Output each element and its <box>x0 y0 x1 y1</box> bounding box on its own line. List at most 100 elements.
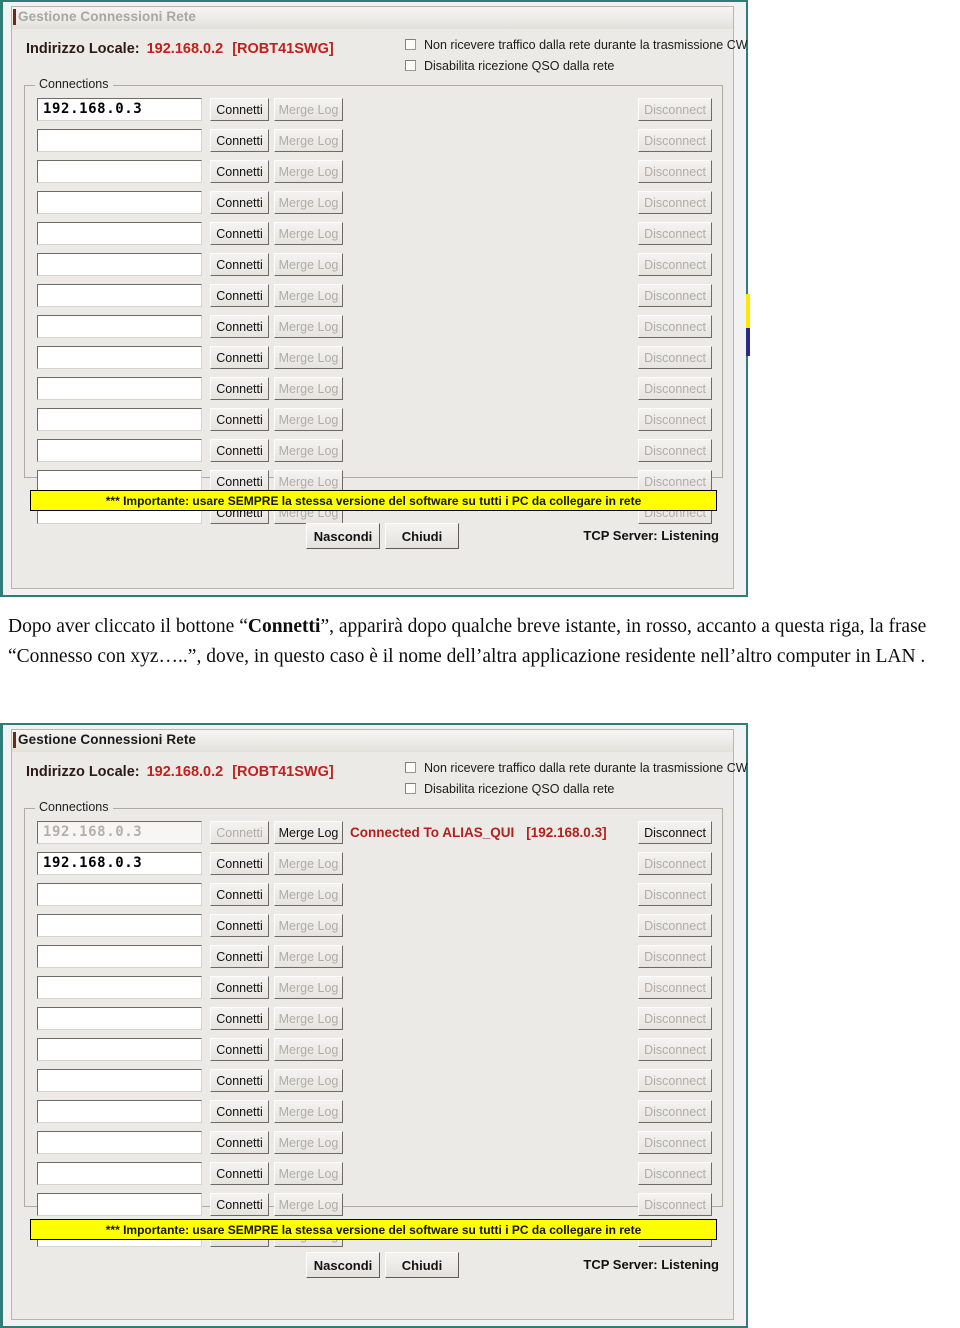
connect-button[interactable]: Connetti <box>210 1131 269 1154</box>
connection-row: ConnettiMerge Log Disconnect <box>25 1036 722 1067</box>
connect-button[interactable]: Connetti <box>210 976 269 999</box>
checkbox-row-no-cw-traffic[interactable]: Non ricevere traffico dalla rete durante… <box>405 34 748 55</box>
merge-log-button: Merge Log <box>274 253 343 276</box>
connect-button[interactable]: Connetti <box>210 1162 269 1185</box>
connection-ip-input[interactable] <box>37 883 202 906</box>
connect-button[interactable]: Connetti <box>210 1069 269 1092</box>
connection-ip-input[interactable] <box>37 1038 202 1061</box>
title-bar-top[interactable]: Gestione Connessioni Rete <box>12 7 733 30</box>
connection-row: ConnettiMerge Log Disconnect <box>25 127 722 158</box>
connection-ip-input[interactable] <box>37 284 202 307</box>
connection-ip-input[interactable] <box>37 1162 202 1185</box>
connection-ip-input[interactable] <box>37 1131 202 1154</box>
connection-ip-input[interactable] <box>37 129 202 152</box>
connect-button[interactable]: Connetti <box>210 408 269 431</box>
connection-ip-input[interactable] <box>37 1007 202 1030</box>
checkbox-icon[interactable] <box>405 60 416 71</box>
disconnect-button: Disconnect <box>638 129 712 152</box>
checkbox-row-disable-qso[interactable]: Disabilita ricezione QSO dalla rete <box>405 778 748 799</box>
disconnect-button: Disconnect <box>638 1131 712 1154</box>
connection-ip-input[interactable] <box>37 253 202 276</box>
close-button[interactable]: Chiudi <box>385 523 459 549</box>
connect-button[interactable]: Connetti <box>210 883 269 906</box>
merge-log-button: Merge Log <box>274 439 343 462</box>
title-bar-bottom[interactable]: Gestione Connessioni Rete <box>12 730 733 753</box>
local-address-line: Indirizzo Locale: 192.168.0.2 [ROBT41SWG] <box>26 41 334 57</box>
connection-ip-input[interactable] <box>37 914 202 937</box>
checkbox-icon[interactable] <box>405 39 416 50</box>
options-checkbox-group-top: Non ricevere traffico dalla rete durante… <box>405 34 748 76</box>
merge-log-button: Merge Log <box>274 1131 343 1154</box>
checkbox-row-disable-qso[interactable]: Disabilita ricezione QSO dalla rete <box>405 55 748 76</box>
checkbox-label: Non ricevere traffico dalla rete durante… <box>424 760 748 775</box>
hide-button[interactable]: Nascondi <box>306 523 380 549</box>
connect-button[interactable]: Connetti <box>210 439 269 462</box>
connect-button[interactable]: Connetti <box>210 346 269 369</box>
connect-button[interactable]: Connetti <box>210 1038 269 1061</box>
tcp-server-status: TCP Server: Listening <box>583 1257 719 1272</box>
disconnect-button: Disconnect <box>638 439 712 462</box>
connection-ip-input[interactable]: 192.168.0.3 <box>37 98 202 121</box>
merge-log-button: Merge Log <box>274 346 343 369</box>
checkbox-icon[interactable] <box>405 783 416 794</box>
window-edge-marker <box>13 732 16 748</box>
connection-ip-input[interactable] <box>37 1193 202 1216</box>
connection-row: ConnettiMerge Log Disconnect <box>25 1098 722 1129</box>
checkbox-icon[interactable] <box>405 762 416 773</box>
close-button[interactable]: Chiudi <box>385 1252 459 1278</box>
connection-ip-input[interactable] <box>37 160 202 183</box>
connection-ip-input[interactable] <box>37 222 202 245</box>
disconnect-button[interactable]: Disconnect <box>638 821 712 844</box>
connect-button[interactable]: Connetti <box>210 222 269 245</box>
connect-button[interactable]: Connetti <box>210 1193 269 1216</box>
checkbox-row-no-cw-traffic[interactable]: Non ricevere traffico dalla rete durante… <box>405 757 748 778</box>
merge-log-button[interactable]: Merge Log <box>274 821 343 844</box>
disconnect-button: Disconnect <box>638 222 712 245</box>
merge-log-button: Merge Log <box>274 191 343 214</box>
connection-row: ConnettiMerge Log Disconnect <box>25 974 722 1005</box>
connection-ip-input[interactable] <box>37 439 202 462</box>
connection-ip-input[interactable] <box>37 1100 202 1123</box>
connect-button[interactable]: Connetti <box>210 1100 269 1123</box>
connect-button[interactable]: Connetti <box>210 129 269 152</box>
connection-ip-input[interactable] <box>37 377 202 400</box>
connection-row: ConnettiMerge Log Disconnect <box>25 1067 722 1098</box>
connection-ip-input[interactable] <box>37 315 202 338</box>
connection-ip-input[interactable] <box>37 191 202 214</box>
connect-button[interactable]: Connetti <box>210 284 269 307</box>
dialog-footer-top: Nascondi Chiudi TCP Server: Listening <box>12 517 733 557</box>
disconnect-button: Disconnect <box>638 315 712 338</box>
connection-row: ConnettiMerge Log Disconnect <box>25 1005 722 1036</box>
merge-log-button: Merge Log <box>274 945 343 968</box>
connection-row: ConnettiMerge Log Disconnect <box>25 313 722 344</box>
connect-button[interactable]: Connetti <box>210 377 269 400</box>
connection-ip-input[interactable] <box>37 408 202 431</box>
connections-row-list-top: 192.168.0.3 Connetti Merge Log Disconnect Co… <box>25 96 722 530</box>
merge-log-button: Merge Log <box>274 976 343 999</box>
warning-banner-top: *** Importante: usare SEMPRE la stessa v… <box>30 490 717 511</box>
local-address-host: [ROBT41SWG] <box>232 41 334 57</box>
hide-button[interactable]: Nascondi <box>306 1252 380 1278</box>
connect-button[interactable]: Connetti <box>210 945 269 968</box>
connection-ip-input[interactable] <box>37 945 202 968</box>
connection-ip-input[interactable]: 192.168.0.3 <box>37 821 202 844</box>
connect-button[interactable]: Connetti <box>210 315 269 338</box>
connect-button[interactable]: Connetti <box>210 1007 269 1030</box>
merge-log-button: Merge Log <box>274 852 343 875</box>
connection-ip-input[interactable] <box>37 346 202 369</box>
merge-log-button: Merge Log <box>274 222 343 245</box>
connect-button[interactable]: Connetti <box>210 852 269 875</box>
connection-ip-input[interactable]: 192.168.0.3 <box>37 852 202 875</box>
merge-log-button: Merge Log <box>274 129 343 152</box>
connection-ip-input[interactable] <box>37 976 202 999</box>
connection-ip-input[interactable] <box>37 1069 202 1092</box>
connect-button[interactable]: Connetti <box>210 98 269 121</box>
connect-button[interactable]: Connetti <box>210 160 269 183</box>
merge-log-button: Merge Log <box>274 408 343 431</box>
connect-button[interactable]: Connetti <box>210 253 269 276</box>
disconnect-button: Disconnect <box>638 883 712 906</box>
connect-button[interactable]: Connetti <box>210 914 269 937</box>
connect-button[interactable]: Connetti <box>210 191 269 214</box>
scan-artifact-blue <box>746 328 750 356</box>
window-edge-marker <box>13 9 16 25</box>
